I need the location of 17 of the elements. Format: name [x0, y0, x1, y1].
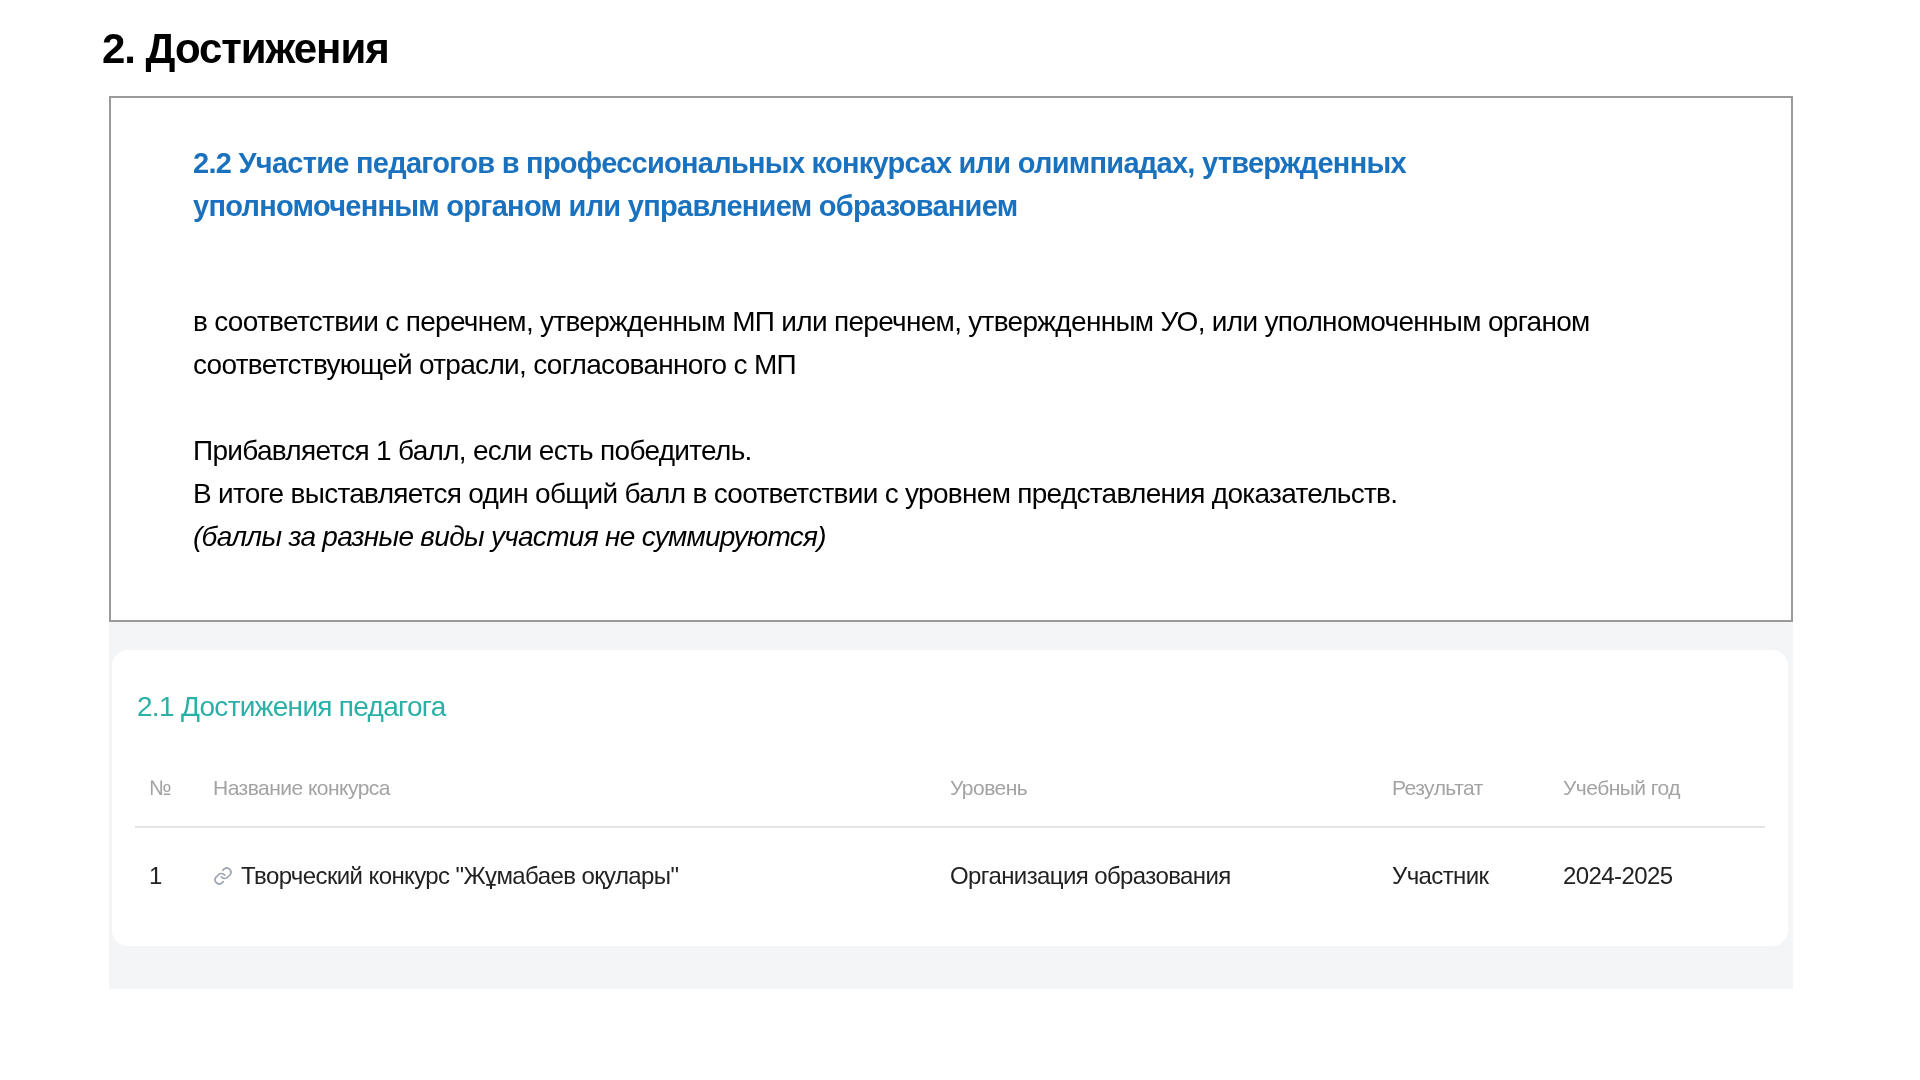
criterion-text: (баллы за разные виды участия не суммируются) [193, 520, 827, 554]
table-cell-text: Участник [1392, 860, 1489, 891]
slide-title: 2. Достижения [102, 28, 390, 70]
criterion-text: Прибавляется 1 балл, если есть победитель. [193, 434, 753, 468]
criterion-text: в соответствии с перечнем, утвержденным МП или перечнем, утвержденным УО, или уполномоченным органом соответствующей отрасли, согласованного с МП [193, 305, 1591, 382]
table-cell-text: Творческий конкурс "Жұмабаев оқулары" [241, 860, 679, 891]
column-header: Уровень [950, 775, 1029, 801]
table-cell-text: 2024-2025 [1563, 860, 1673, 891]
column-header: № [149, 775, 172, 801]
criterion-title: 2.2 Участие педагогов в профессиональных конкурсах или олимпиадах, утвержденных уполномоченным органом или управлением образованием [193, 146, 1407, 224]
table-cell-text: 1 [149, 860, 162, 891]
column-header: Учебный год [1563, 775, 1681, 801]
column-header: Результат [1392, 775, 1484, 801]
column-header: Название конкурса [213, 775, 392, 801]
criterion-text: В итоге выставляется один общий балл в соответствии с уровнем представления доказательств. [193, 477, 1399, 511]
card-title: 2.1 Достижения педагога [137, 690, 448, 724]
table-cell-text: Организация образования [950, 860, 1231, 891]
